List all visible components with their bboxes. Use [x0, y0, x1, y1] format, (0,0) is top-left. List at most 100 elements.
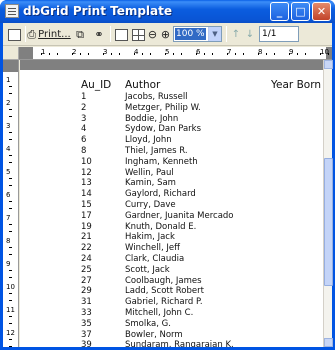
author-cell: Sydow, Dan Parks — [125, 124, 202, 135]
ruler-margin — [3, 60, 18, 72]
page-number-field[interactable]: 1/1 — [259, 26, 299, 42]
print-preview-window: dbGrid Print Template _ □ ✕ ⎙ Print... ⧉… — [0, 0, 335, 350]
ruler-label: 1 — [6, 76, 11, 84]
report-row: 10 Ingham, Kenneth — [20, 157, 320, 168]
window-title: dbGrid Print Template — [23, 4, 173, 18]
report-row: 15 Curry, Dave — [20, 200, 320, 211]
toolbar-separator — [226, 26, 227, 42]
au-id-cell: 17 — [81, 210, 92, 221]
au-id-cell: 15 — [81, 200, 92, 210]
report-row: 37 Bowler, Norm — [20, 330, 320, 341]
find-button[interactable]: ⚭ — [91, 26, 107, 43]
single-page-icon — [114, 28, 128, 41]
report-row: 19 Knuth, Donald E. — [20, 222, 320, 233]
zoom-in-button[interactable]: ⊕ — [159, 26, 172, 43]
vertical-ruler: 1 2 3 4 5 6 7 8 9 10 11 12 — [3, 60, 19, 347]
report-row: 13 Kamin, Sam — [20, 178, 320, 189]
report-row: 31 Gabriel, Richard P. — [20, 297, 320, 308]
one-page-view-button[interactable] — [113, 26, 129, 43]
au-id-cell: 10 — [81, 156, 92, 167]
report-row: 4 Sydow, Dan Parks — [20, 124, 320, 135]
author-cell: Ingham, Kenneth — [125, 156, 198, 167]
app-icon[interactable] — [5, 4, 19, 18]
report-page: Au_ID Author Year Born 1 Jacobs, Russell 2… — [20, 60, 323, 347]
au-id-cell: 4 — [81, 124, 87, 135]
zoom-select[interactable]: 100 % ▼ — [173, 26, 222, 42]
au-id-cell: 35 — [81, 318, 92, 329]
print-button-label: Print... — [38, 29, 71, 40]
minimize-button[interactable]: _ — [270, 2, 289, 21]
binoculars-icon: ⚭ — [94, 28, 104, 41]
au-id-cell: 1 — [81, 92, 87, 102]
arrow-up-icon: ↑ — [231, 29, 241, 40]
scroll-down-button[interactable] — [324, 338, 333, 347]
ruler-label: 9 — [6, 260, 11, 268]
author-cell: Gabriel, Richard P. — [125, 297, 203, 308]
previous-page-button[interactable]: ↑ — [230, 26, 242, 43]
toolbar: ⎙ Print... ⧉ ⚭ ⊖ ⊕ 100 % ▼ ↑ ↓ 1/1 — [3, 23, 332, 46]
report-row: 29 Ladd, Scott Robert — [20, 286, 320, 297]
author-cell: Coolbaugh, James — [125, 275, 202, 286]
author-cell: Metzger, Philip W. — [125, 102, 201, 113]
ruler-label: 8 — [6, 237, 11, 245]
ruler-label: 7 — [6, 214, 11, 222]
print-button[interactable]: ⎙ Print... — [27, 26, 71, 43]
maximize-button[interactable]: □ — [291, 2, 310, 21]
au-id-cell: 14 — [81, 189, 92, 200]
au-id-cell: 33 — [81, 308, 92, 318]
ruler-label: 6 — [6, 191, 11, 199]
zoom-out-button[interactable]: ⊖ — [146, 26, 159, 43]
report-row: 2 Metzger, Philip W. — [20, 103, 320, 114]
ruler-label: 11 — [6, 306, 15, 314]
report-row: 8 Thiel, James R. — [20, 146, 320, 157]
title-bar[interactable]: dbGrid Print Template _ □ ✕ — [0, 0, 335, 23]
scroll-thumb[interactable] — [324, 158, 333, 286]
copy-button[interactable]: ⧉ — [73, 26, 87, 43]
multi-page-icon — [131, 28, 145, 41]
au-id-cell: 19 — [81, 221, 92, 232]
author-cell: Curry, Dave — [125, 200, 176, 210]
scroll-up-button[interactable] — [324, 60, 333, 69]
author-cell: Gardner, Juanita Mercado — [125, 210, 234, 221]
report-row: 39 Sundaram, Rangarajan K. — [20, 340, 320, 347]
author-cell: Clark, Claudia — [125, 254, 185, 264]
vertical-scrollbar[interactable] — [323, 60, 333, 347]
zoom-out-icon: ⊖ — [147, 28, 158, 41]
report-row: 6 Lloyd, John — [20, 135, 320, 146]
au-id-cell: 29 — [81, 286, 92, 297]
report-row: 25 Scott, Jack — [20, 265, 320, 276]
author-cell: Bowler, Norm — [125, 329, 183, 340]
report-row: 17 Gardner, Juanita Mercado — [20, 211, 320, 222]
report-row: 14 Gaylord, Richard — [20, 189, 320, 200]
page-margin-band — [20, 60, 323, 70]
author-cell: Wellin, Paul — [125, 167, 174, 178]
author-cell: Smolka, G. — [125, 318, 171, 329]
au-id-cell: 13 — [81, 178, 92, 189]
ruler-label: 4 — [6, 145, 11, 153]
ruler-corner — [3, 47, 19, 60]
report-row: 1 Jacobs, Russell — [20, 92, 320, 103]
au-id-cell: 6 — [81, 135, 87, 146]
close-button[interactable]: ✕ — [312, 2, 331, 21]
horizontal-ruler: 1 2 3 4 5 6 7 8 9 10 — [19, 47, 332, 60]
client-area: ⎙ Print... ⧉ ⚭ ⊖ ⊕ 100 % ▼ ↑ ↓ 1/1 1 2 3… — [3, 23, 333, 347]
author-cell: Gaylord, Richard — [125, 189, 196, 200]
report-row: 24 Clark, Claudia — [20, 254, 320, 265]
ruler-label: 5 — [6, 168, 11, 176]
toolbar-separator — [110, 26, 111, 42]
chevron-down-icon[interactable]: ▼ — [208, 27, 221, 41]
author-cell: Lloyd, John — [125, 135, 172, 146]
author-cell: Hakim, Jack — [125, 232, 175, 243]
ruler-margin — [19, 47, 33, 59]
multi-page-view-button[interactable] — [130, 26, 146, 43]
next-page-button[interactable]: ↓ — [244, 26, 256, 43]
ruler-label: 2 — [6, 99, 11, 107]
report-row: 22 Winchell, Jeff — [20, 243, 320, 254]
au-id-cell: 12 — [81, 167, 92, 178]
page-setup-button[interactable] — [6, 26, 22, 43]
report-row: 27 Coolbaugh, James — [20, 276, 320, 287]
author-cell: Mitchell, John C. — [125, 308, 194, 318]
author-cell: Ladd, Scott Robert — [125, 286, 204, 297]
author-cell: Boddie, John — [125, 113, 179, 124]
report-row: 21 Hakim, Jack — [20, 232, 320, 243]
